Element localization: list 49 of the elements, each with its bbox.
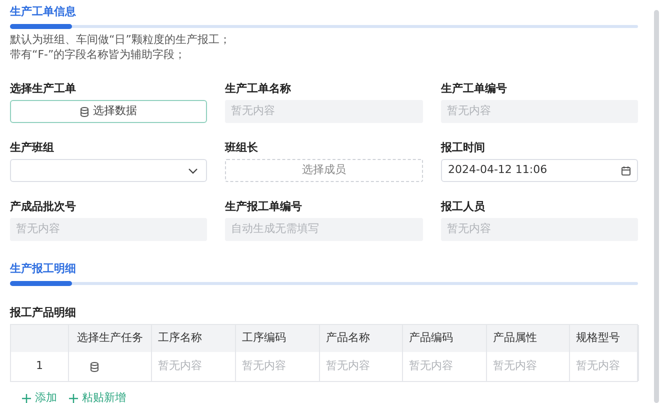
section-title: 生产工单信息 bbox=[10, 4, 77, 20]
column-header: 产品名称 bbox=[320, 325, 403, 352]
readonly-field: 暂无内容 bbox=[441, 218, 638, 241]
note-text: 默认为班组、车间做“日”颗粒度的生产报工； bbox=[10, 32, 232, 47]
dropdown-field[interactable] bbox=[10, 159, 207, 182]
select-data-button[interactable]: 选择数据 bbox=[10, 100, 207, 123]
field-label: 班组长 bbox=[225, 141, 259, 155]
table-cell: 暂无内容 bbox=[570, 352, 639, 381]
column-header: 选择生产任务 bbox=[69, 325, 152, 352]
add-link[interactable]: 粘贴新增 bbox=[69, 390, 126, 403]
plus-icon bbox=[69, 394, 78, 403]
table-cell: 暂无内容 bbox=[487, 352, 570, 381]
date-value: 2024-04-12 11:06 bbox=[448, 162, 548, 178]
column-header: 工序名称 bbox=[152, 325, 236, 352]
field-label: 报工时间 bbox=[441, 141, 486, 155]
section-accent bbox=[10, 281, 72, 286]
date-field[interactable]: 2024-04-12 11:06 bbox=[441, 159, 638, 182]
readonly-field: 暂无内容 bbox=[225, 100, 423, 123]
field-label: 生产工单名称 bbox=[225, 82, 292, 96]
readonly-field: 暂无内容 bbox=[441, 100, 638, 123]
readonly-field: 暂无内容 bbox=[10, 218, 207, 241]
table-cell: 暂无内容 bbox=[152, 352, 236, 381]
scrollbar[interactable] bbox=[654, 10, 659, 403]
database-icon bbox=[80, 106, 89, 116]
section-accent bbox=[10, 24, 72, 29]
chevron-down-icon bbox=[188, 168, 198, 174]
row-number: 1 bbox=[11, 352, 69, 381]
field-label: 生产工单编号 bbox=[441, 82, 508, 96]
table-cell: 暂无内容 bbox=[320, 352, 403, 381]
table-cell: 暂无内容 bbox=[236, 352, 320, 381]
readonly-field: 自动生成无需填写 bbox=[225, 218, 423, 241]
field-label: 报工人员 bbox=[441, 200, 486, 214]
calendar-icon[interactable] bbox=[621, 166, 631, 176]
field-label: 生产报工单编号 bbox=[225, 200, 303, 214]
field-label: 生产班组 bbox=[10, 141, 55, 155]
add-link[interactable]: 添加 bbox=[22, 390, 57, 403]
table-cell: 暂无内容 bbox=[403, 352, 487, 381]
column-header: 工序编码 bbox=[236, 325, 320, 352]
select-member-button[interactable]: 选择成员 bbox=[225, 159, 423, 182]
note-text: 带有“F-”的字段名称皆为辅助字段； bbox=[10, 47, 187, 62]
field-label: 选择生产工单 bbox=[10, 82, 77, 96]
database-icon[interactable] bbox=[90, 362, 99, 372]
plus-icon bbox=[22, 394, 31, 403]
table-title: 报工产品明细 bbox=[10, 306, 77, 320]
section-title: 生产报工明细 bbox=[10, 261, 77, 277]
column-header: 产品编码 bbox=[403, 325, 487, 352]
column-header: 规格型号 bbox=[570, 325, 639, 352]
field-label: 产成品批次号 bbox=[10, 200, 77, 214]
column-header: 产品属性 bbox=[487, 325, 570, 352]
